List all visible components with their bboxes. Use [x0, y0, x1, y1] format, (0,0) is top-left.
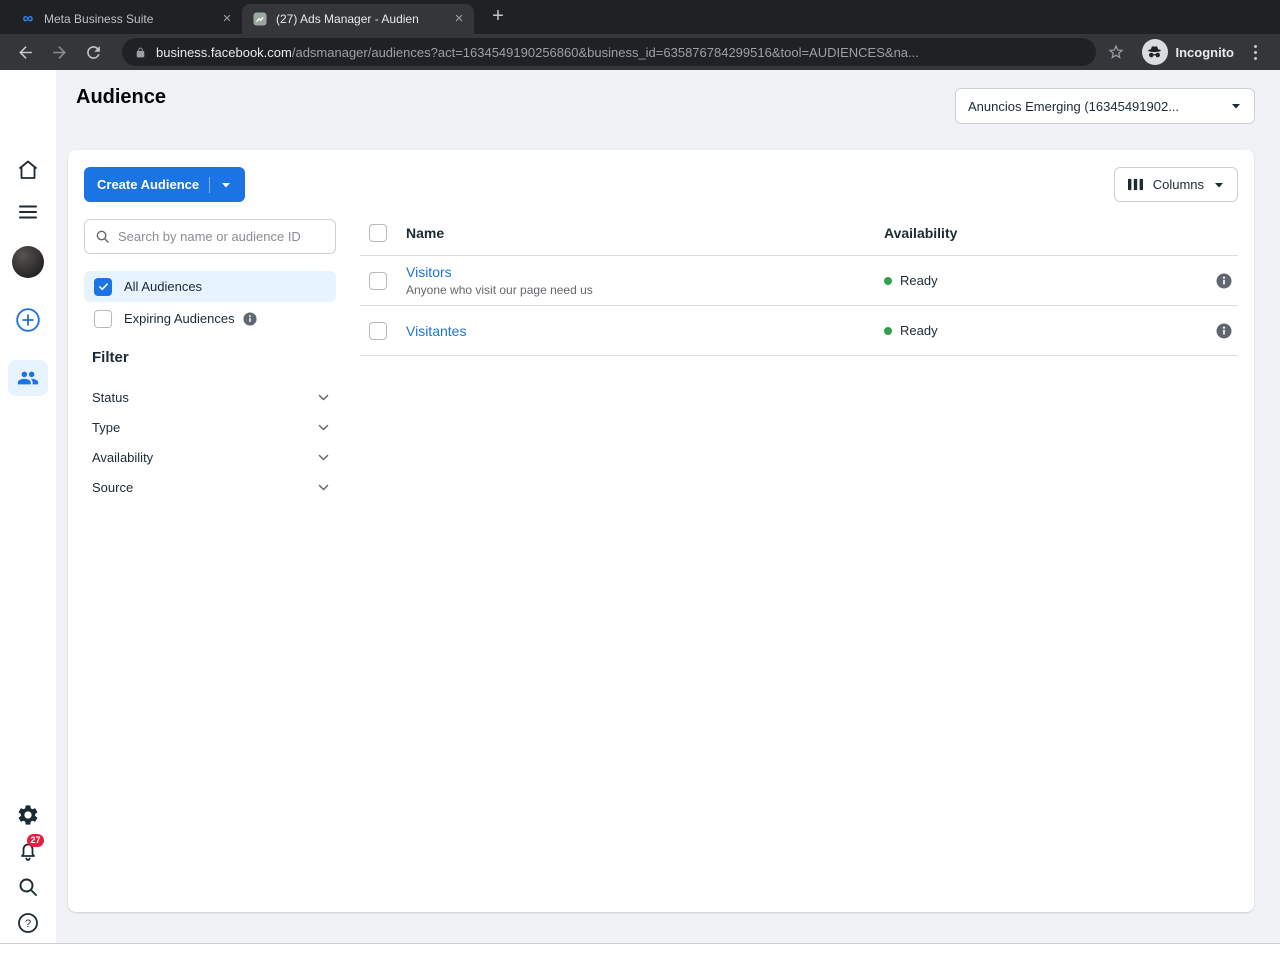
availability-status: Ready — [884, 323, 938, 338]
screen: ∞ Meta Business Suite × (27) Ads Manager… — [0, 0, 1280, 960]
filter-group-type[interactable]: Type — [92, 412, 330, 442]
incognito-label: Incognito — [1175, 44, 1235, 60]
audiences-card: Create Audience Columns All Audiences Ex… — [68, 150, 1254, 912]
filter-group-label: Availability — [92, 449, 154, 465]
star-icon — [1108, 44, 1123, 59]
ready-dot-icon — [884, 276, 892, 285]
search-magnifier-icon — [96, 230, 109, 243]
audience-name-link[interactable]: Visitors — [406, 264, 884, 280]
chevron-down-icon — [220, 179, 232, 191]
expiring-audiences-filter[interactable]: Expiring Audiences — [84, 303, 336, 334]
chevron-down-icon — [317, 451, 330, 464]
left-rail: 27 ? — [0, 70, 56, 960]
avatar[interactable] — [12, 246, 44, 278]
columns-grid-icon — [1127, 177, 1144, 192]
svg-text:?: ? — [25, 918, 31, 930]
account-selector[interactable]: Anuncios Emerging (16345491902... — [955, 88, 1255, 124]
reload-button[interactable] — [79, 38, 107, 66]
availability-label: Ready — [900, 323, 938, 338]
table-row[interactable]: Visitors Anyone who visit our page need … — [360, 256, 1238, 306]
filter-group-source[interactable]: Source — [92, 472, 330, 502]
meta-favicon-icon: ∞ — [22, 10, 34, 27]
browser-tabstrip: ∞ Meta Business Suite × (27) Ads Manager… — [0, 0, 1280, 34]
gear-icon[interactable] — [16, 803, 40, 827]
column-header-name[interactable]: Name — [406, 225, 884, 241]
filter-group-label: Source — [92, 479, 134, 495]
filter-group-label: Status — [92, 389, 129, 405]
table-row[interactable]: Visitantes Ready — [360, 306, 1238, 356]
tab-title: (27) Ads Manager - Audien — [276, 12, 419, 26]
lock-icon — [136, 47, 145, 57]
browser-menu-button[interactable] — [1244, 40, 1266, 64]
chevron-down-icon — [1213, 179, 1225, 191]
chevron-down-icon — [1230, 100, 1242, 112]
column-header-availability[interactable]: Availability — [884, 225, 957, 241]
browser-toolbar: business.facebook.com/adsmanager/audienc… — [0, 34, 1280, 70]
bookmark-star-button[interactable] — [1102, 38, 1130, 66]
close-icon[interactable]: × — [450, 10, 468, 28]
forward-arrow-icon — [52, 45, 66, 59]
info-icon[interactable] — [1216, 323, 1232, 339]
menu-icon[interactable] — [16, 200, 40, 224]
create-audience-label: Create Audience — [97, 177, 200, 192]
chevron-down-icon — [317, 421, 330, 434]
select-all-checkbox[interactable] — [369, 223, 387, 242]
create-audience-button[interactable]: Create Audience — [84, 167, 246, 202]
back-arrow-icon — [18, 45, 32, 59]
info-icon[interactable] — [243, 311, 257, 326]
availability-status: Ready — [884, 273, 938, 288]
close-icon[interactable]: × — [218, 10, 236, 28]
tab-title: Meta Business Suite — [44, 12, 154, 26]
back-button[interactable] — [11, 38, 39, 66]
account-selector-value: Anuncios Emerging (16345491902... — [968, 98, 1180, 114]
tab-ads-manager[interactable]: (27) Ads Manager - Audien × — [242, 4, 474, 34]
tab-meta-business-suite[interactable]: ∞ Meta Business Suite × — [10, 4, 242, 34]
all-audiences-filter[interactable]: All Audiences — [84, 271, 336, 302]
forward-button[interactable] — [45, 38, 73, 66]
main-content: Audience Anuncios Emerging (16345491902.… — [56, 70, 1280, 943]
search-icon[interactable] — [16, 875, 40, 899]
page-footer-strip — [0, 943, 1280, 960]
filter-heading: Filter — [92, 349, 129, 366]
incognito-icon — [1141, 39, 1168, 65]
audience-description: Anyone who visit our page need us — [406, 283, 593, 297]
audience-search — [84, 219, 336, 254]
columns-button[interactable]: Columns — [1113, 167, 1238, 202]
chevron-down-icon — [317, 391, 330, 404]
checkbox-checked-icon[interactable] — [94, 277, 112, 296]
table-header-row: Name Availability — [360, 210, 1238, 256]
url-bar[interactable]: business.facebook.com/adsmanager/audienc… — [122, 38, 1096, 66]
checkbox-unchecked-icon[interactable] — [94, 309, 112, 328]
ads-manager-favicon-icon — [252, 11, 268, 27]
info-icon[interactable] — [1216, 273, 1232, 289]
audiences-icon[interactable] — [8, 360, 48, 396]
chevron-down-icon — [317, 481, 330, 494]
availability-label: Ready — [900, 273, 938, 288]
ready-dot-icon — [884, 326, 892, 335]
all-audiences-label: All Audiences — [124, 279, 203, 294]
help-icon[interactable]: ? — [16, 911, 40, 935]
expiring-audiences-label: Expiring Audiences — [124, 311, 235, 326]
filter-group-label: Type — [92, 419, 121, 435]
button-divider — [209, 176, 211, 193]
create-plus-icon[interactable] — [15, 307, 41, 333]
url-path: /adsmanager/audiences?act=16345491902568… — [291, 44, 919, 60]
row-checkbox[interactable] — [369, 321, 387, 340]
url-text: business.facebook.com/adsmanager/audienc… — [156, 45, 919, 60]
new-tab-button[interactable]: + — [484, 3, 512, 31]
audience-name-link[interactable]: Visitantes — [406, 323, 884, 339]
incognito-badge: Incognito — [1141, 39, 1235, 65]
notification-badge: 27 — [27, 834, 44, 847]
columns-label: Columns — [1152, 177, 1204, 192]
audiences-table: Name Availability Visitors Anyone who vi… — [360, 210, 1238, 356]
row-checkbox[interactable] — [369, 271, 387, 290]
filter-group-availability[interactable]: Availability — [92, 442, 330, 472]
page-title: Audience — [76, 86, 167, 108]
home-icon[interactable] — [16, 158, 40, 182]
url-domain: business.facebook.com — [156, 44, 292, 60]
filter-group-status[interactable]: Status — [92, 382, 330, 412]
search-input[interactable] — [118, 229, 325, 244]
reload-icon — [86, 45, 100, 59]
